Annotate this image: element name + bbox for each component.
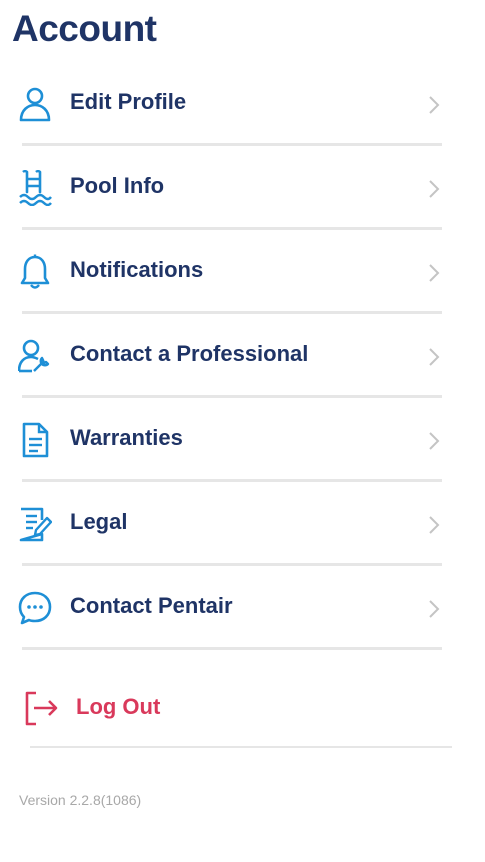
chevron-right-icon (429, 264, 440, 282)
divider (22, 395, 442, 398)
chevron-right-icon (429, 432, 440, 450)
logout-button[interactable]: Log Out (0, 684, 485, 730)
menu-item-contact-professional[interactable]: Contact a Professional (0, 322, 485, 406)
chevron-right-icon (429, 348, 440, 366)
logout-label: Log Out (76, 694, 161, 719)
menu-item-legal[interactable]: Legal (0, 490, 485, 574)
menu-item-label: Contact Pentair (70, 593, 233, 618)
divider (22, 311, 442, 314)
menu-item-label: Pool Info (70, 173, 165, 198)
divider (30, 746, 452, 748)
divider (22, 647, 442, 650)
bell-icon (20, 254, 50, 289)
document-icon (22, 422, 49, 458)
page-title: Account (12, 8, 157, 49)
divider (22, 563, 442, 566)
pool-ladder-icon (19, 170, 52, 206)
menu-item-notifications[interactable]: Notifications (0, 238, 485, 322)
menu-item-pool-info[interactable]: Pool Info (0, 154, 485, 238)
legal-document-icon (19, 507, 52, 542)
chevron-right-icon (429, 96, 440, 114)
menu-item-edit-profile[interactable]: Edit Profile (0, 70, 485, 154)
divider (22, 479, 442, 482)
menu-item-label: Legal (70, 509, 128, 534)
logout-icon (25, 691, 58, 726)
menu-item-label: Warranties (70, 425, 183, 450)
chevron-right-icon (429, 600, 440, 618)
version-label: Version 2.2.8(1086) (19, 792, 142, 808)
menu-item-label: Edit Profile (70, 89, 187, 114)
chevron-right-icon (429, 516, 440, 534)
menu-item-contact-pentair[interactable]: Contact Pentair (0, 574, 485, 658)
user-icon (19, 87, 51, 122)
technician-icon (18, 339, 50, 373)
menu-item-label: Notifications (70, 257, 204, 282)
chevron-right-icon (429, 180, 440, 198)
divider (22, 227, 442, 230)
menu-item-label: Contact a Professional (70, 341, 309, 366)
chat-bubble-icon (18, 591, 52, 625)
divider (22, 143, 442, 146)
menu-item-warranties[interactable]: Warranties (0, 406, 485, 490)
